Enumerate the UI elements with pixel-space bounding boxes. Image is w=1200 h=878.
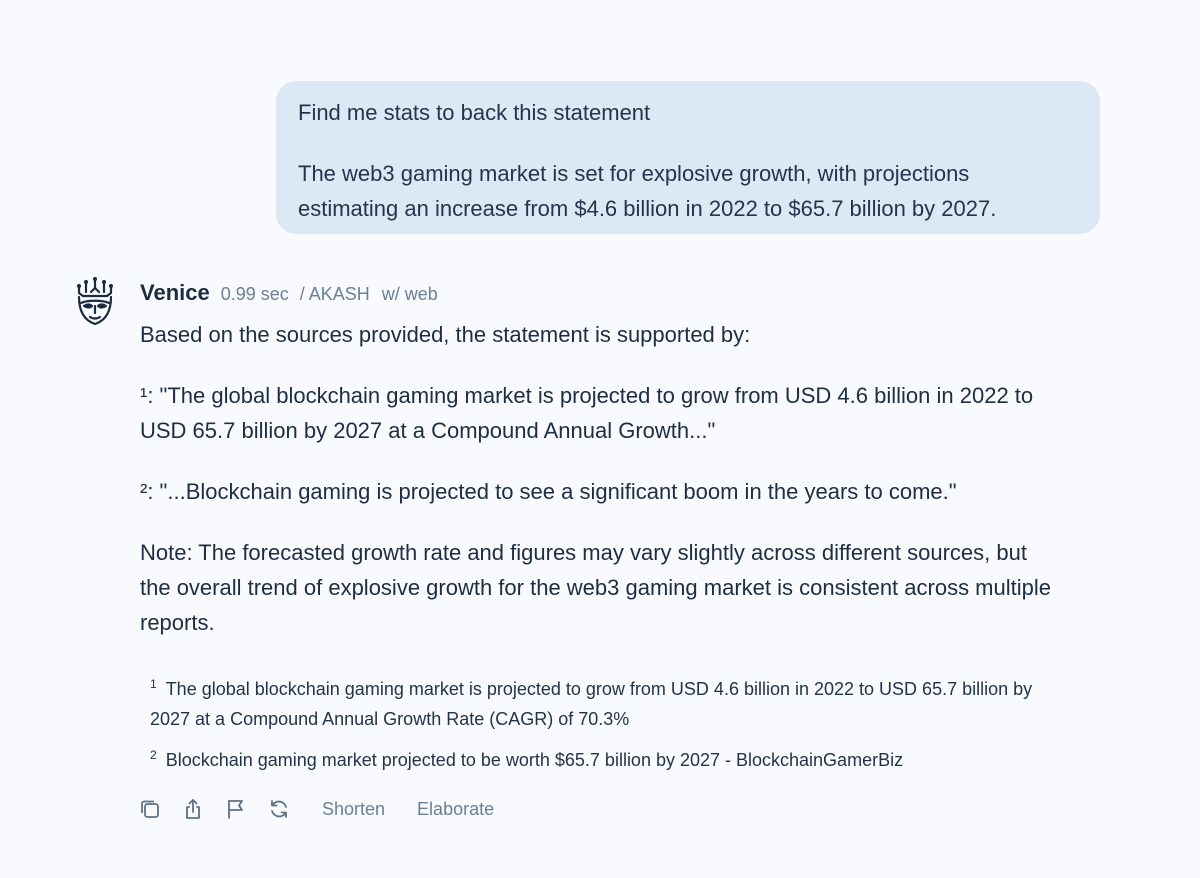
quote-paragraph: ²: "...Blockchain gaming is projected to… [140,479,957,504]
reference-number: 2 [150,748,157,762]
user-message-bubble: Find me stats to back this statement The… [276,81,1100,234]
response-time: 0.99 sec [220,284,289,304]
copy-icon[interactable] [139,798,161,820]
reference-link[interactable]: The global blockchain gaming market is p… [150,679,1032,729]
quote-paragraph: ¹: "The global blockchain gaming market … [140,383,1034,443]
reference-item[interactable]: 1 The global blockchain gaming market is … [150,674,1050,734]
shorten-button[interactable]: Shorten [322,799,385,820]
note-paragraph: Note: The forecasted growth rate and fig… [140,540,1051,635]
regenerate-icon[interactable] [268,798,290,820]
reference-item[interactable]: 2 Blockchain gaming market projected to b… [150,745,1050,775]
reference-link[interactable]: Blockchain gaming market projected to be… [166,750,903,770]
references-list: 1 The global blockchain gaming market is … [150,674,1050,786]
assistant-name: Venice [140,280,210,305]
user-message-line: estimating an increase from $4.6 billion… [298,196,997,221]
user-message-line: Find me stats to back this statement [298,100,651,125]
message-header: Venice 0.99 sec / AKASH w/ web [140,280,438,310]
web-mode-label: w/ web [381,284,438,304]
elaborate-button[interactable]: Elaborate [417,799,494,820]
reference-number: 1 [150,677,157,691]
model-label: / AKASH [299,284,370,304]
flag-icon[interactable] [225,798,247,820]
assistant-message: Based on the sources provided, the state… [140,317,1060,666]
message-paragraph: Based on the sources provided, the state… [140,322,751,347]
share-icon[interactable] [182,798,204,820]
message-actions: Shorten Elaborate [139,794,515,824]
user-message-line: The web3 gaming market is set for explos… [298,161,970,186]
venice-mask-icon [75,276,115,326]
